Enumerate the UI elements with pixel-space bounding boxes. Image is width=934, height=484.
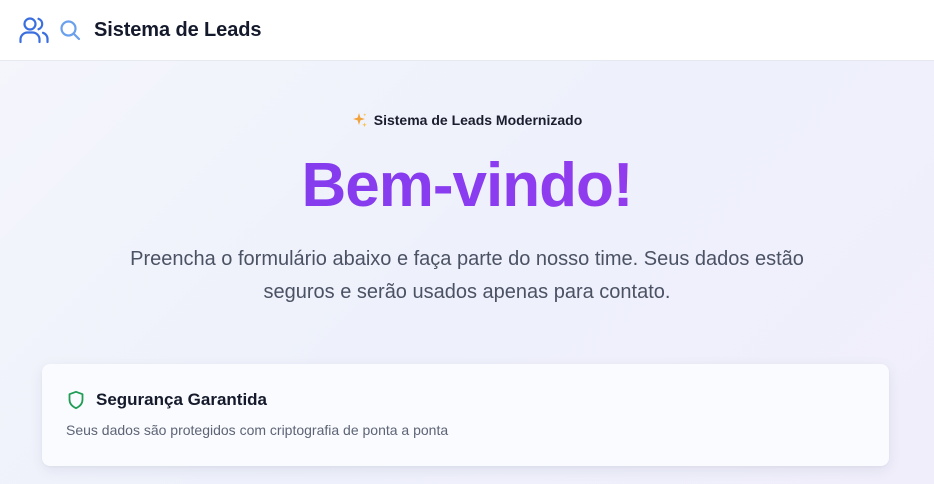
- app-title: Sistema de Leads: [94, 18, 262, 41]
- shield-icon: [66, 390, 86, 410]
- hero-subtitle: Preencha o formulário abaixo e faça part…: [130, 248, 804, 303]
- security-card: Segurança Garantida Seus dados são prote…: [42, 364, 889, 466]
- top-bar: Sistema de Leads: [0, 0, 934, 61]
- security-card-description: Seus dados são protegidos com criptograf…: [66, 422, 449, 438]
- users-icon[interactable]: [18, 14, 50, 46]
- security-card-header: Segurança Garantida: [66, 390, 865, 410]
- badge-label: Sistema de Leads Modernizado: [373, 112, 583, 128]
- page-title: Bem-vindo!: [0, 147, 934, 225]
- sparkle-icon: [352, 112, 368, 128]
- hero-section: Sistema de Leads Modernizado Bem-vindo! …: [0, 61, 934, 309]
- security-card-title: Segurança Garantida: [96, 390, 268, 409]
- hero-badge: Sistema de Leads Modernizado: [352, 112, 583, 128]
- search-icon[interactable]: [58, 18, 82, 42]
